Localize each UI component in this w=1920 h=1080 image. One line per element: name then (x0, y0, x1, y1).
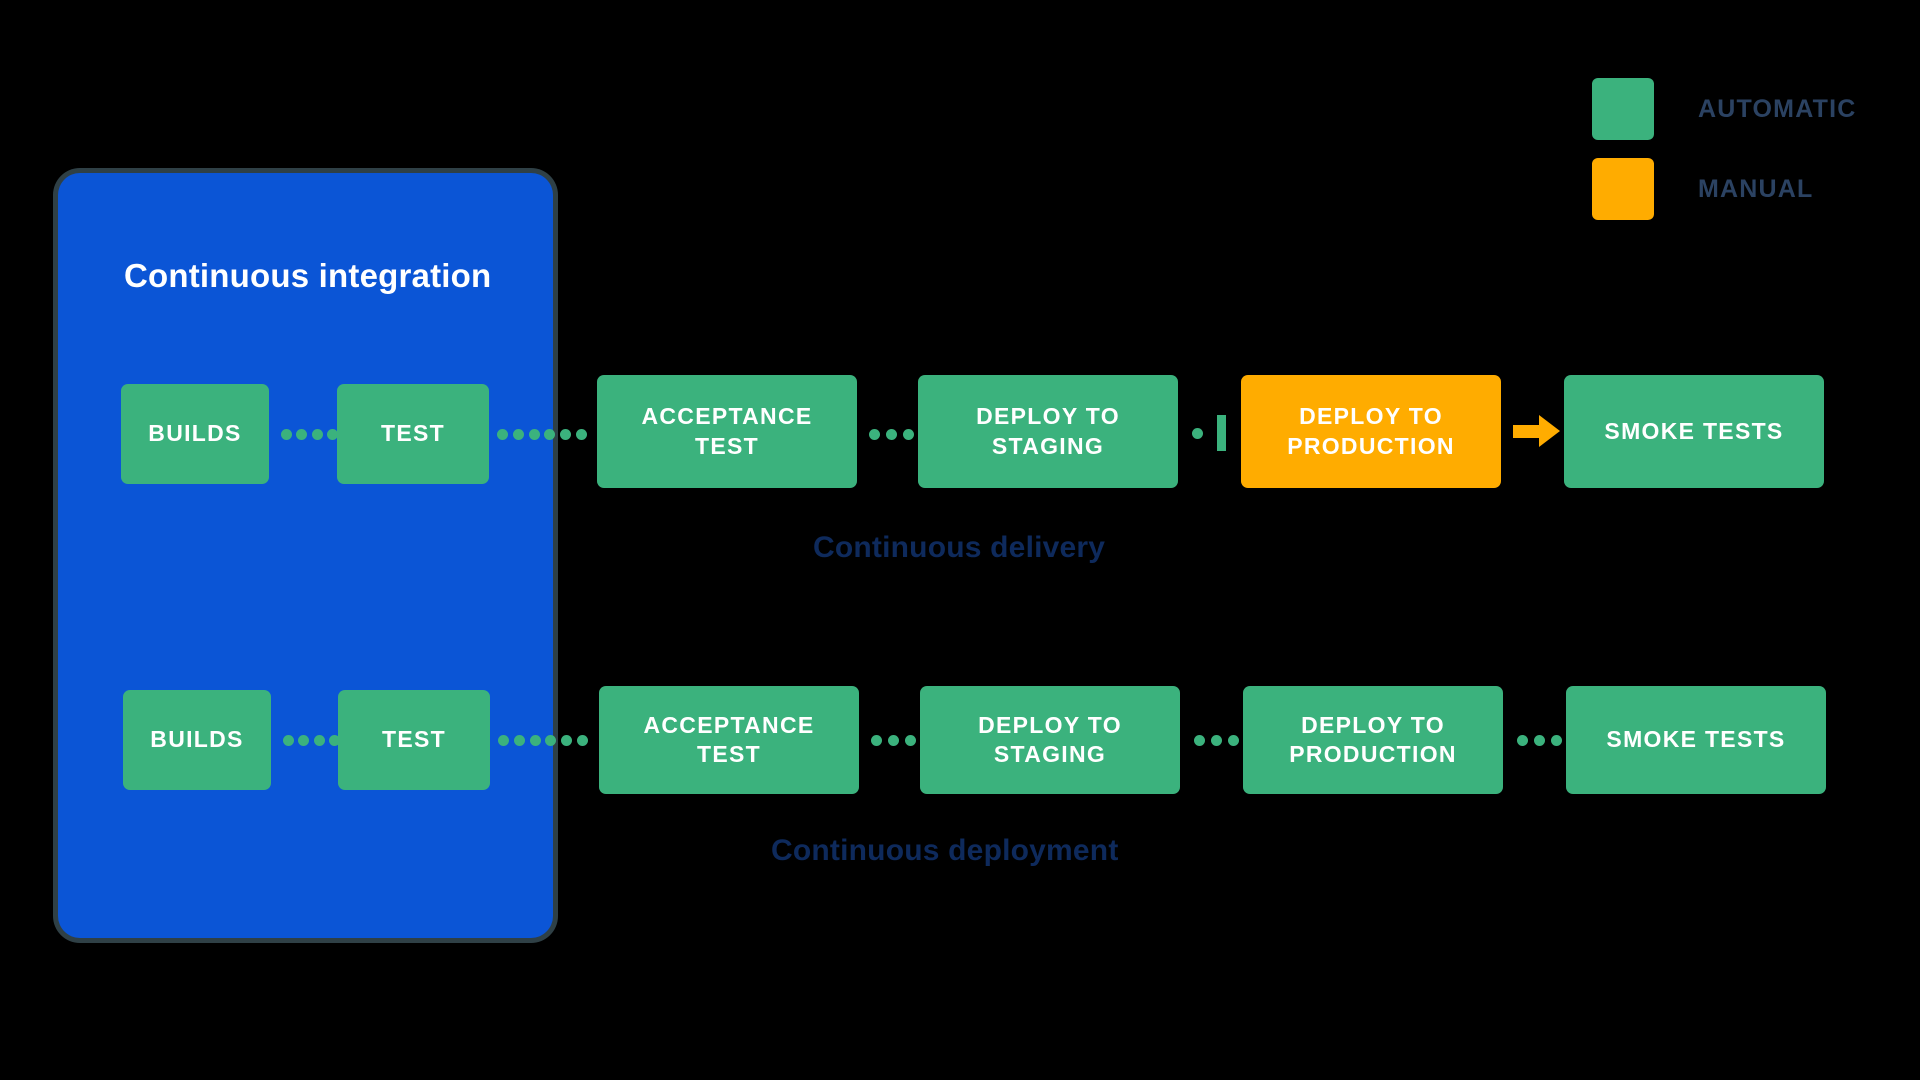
stage-label-line2: PRODUCTION (1287, 432, 1455, 459)
stage-label: ACCEPTANCE TEST (641, 402, 812, 460)
stage-deploy-to-staging-delivery[interactable]: DEPLOY TO STAGING (918, 375, 1178, 488)
stage-smoke-tests-deployment[interactable]: SMOKE TESTS (1566, 686, 1826, 794)
stage-deploy-to-staging-deployment[interactable]: DEPLOY TO STAGING (920, 686, 1180, 794)
stage-label: DEPLOY TO PRODUCTION (1289, 711, 1457, 769)
stage-label: ACCEPTANCE TEST (643, 711, 814, 769)
legend-label-manual: MANUAL (1698, 174, 1814, 203)
stage-test-delivery[interactable]: TEST (337, 384, 489, 484)
stage-label-line1: ACCEPTANCE (643, 711, 815, 738)
arrow-right-icon (1513, 415, 1560, 447)
stage-label-line1: DEPLOY TO (978, 711, 1122, 738)
stage-label-line1: DEPLOY TO (976, 403, 1120, 430)
legend-item-automatic: AUTOMATIC (1592, 78, 1912, 140)
arrow-head (1539, 415, 1560, 447)
arrow-shaft (1513, 424, 1539, 438)
stage-label-line2: STAGING (991, 432, 1105, 459)
stage-deploy-to-production-deployment[interactable]: DEPLOY TO PRODUCTION (1243, 686, 1503, 794)
stage-label-line2: TEST (697, 741, 761, 767)
flow-caption-continuous-deployment: Continuous deployment (771, 834, 1119, 867)
stage-label: DEPLOY TO STAGING (978, 711, 1122, 769)
connector-dotted-test-acceptance-deployment (498, 734, 588, 746)
stage-label-line2: STAGING (993, 741, 1107, 767)
flow-caption-continuous-delivery: Continuous delivery (813, 531, 1106, 564)
stage-label-line1: DEPLOY TO (1301, 711, 1445, 738)
page-title: Continuous integration (124, 257, 492, 294)
legend-label-automatic: AUTOMATIC (1698, 94, 1857, 123)
stage-label: DEPLOY TO PRODUCTION (1287, 402, 1455, 460)
green-square-icon (1592, 78, 1654, 140)
continuous-integration-panel: Continuous integration (58, 173, 553, 938)
stage-label-line1: DEPLOY TO (1299, 403, 1443, 430)
connector-dotted-acceptance-staging-deployment (871, 734, 916, 746)
stage-label-line1: ACCEPTANCE (641, 403, 813, 430)
stage-builds-deployment[interactable]: BUILDS (123, 690, 271, 790)
manual-gate-icon (1192, 413, 1226, 453)
legend-item-manual: MANUAL (1592, 158, 1912, 220)
stage-deploy-to-production-delivery[interactable]: DEPLOY TO PRODUCTION (1241, 375, 1501, 488)
connector-dotted-test-acceptance-delivery (497, 428, 587, 440)
gate-dot-icon (1192, 427, 1203, 439)
stage-label: TEST (382, 726, 446, 753)
stage-acceptance-test-delivery[interactable]: ACCEPTANCE TEST (597, 375, 857, 488)
legend: AUTOMATIC MANUAL (1592, 78, 1912, 238)
stage-label: SMOKE TESTS (1604, 417, 1784, 444)
stage-smoke-tests-delivery[interactable]: SMOKE TESTS (1564, 375, 1824, 488)
connector-dotted-builds-test-delivery (281, 428, 338, 440)
stage-label: DEPLOY TO STAGING (976, 402, 1120, 460)
stage-label-line2: TEST (695, 432, 759, 459)
stage-label: BUILDS (148, 420, 242, 447)
stage-label: TEST (381, 420, 445, 447)
stage-acceptance-test-deployment[interactable]: ACCEPTANCE TEST (599, 686, 859, 794)
gate-bar-icon (1217, 415, 1226, 451)
connector-dotted-builds-test-deployment (283, 734, 340, 746)
stage-label: BUILDS (150, 726, 244, 753)
stage-test-deployment[interactable]: TEST (338, 690, 490, 790)
diagram-canvas: AUTOMATIC MANUAL Continuous integration … (0, 0, 1920, 1080)
orange-square-icon (1592, 158, 1654, 220)
stage-label-line2: PRODUCTION (1289, 741, 1457, 767)
connector-dotted-staging-production-deployment (1194, 734, 1239, 746)
stage-builds-delivery[interactable]: BUILDS (121, 384, 269, 484)
connector-dotted-production-smoke-deployment (1517, 734, 1562, 746)
stage-label: SMOKE TESTS (1606, 726, 1786, 753)
connector-dotted-acceptance-staging-delivery (869, 428, 914, 440)
